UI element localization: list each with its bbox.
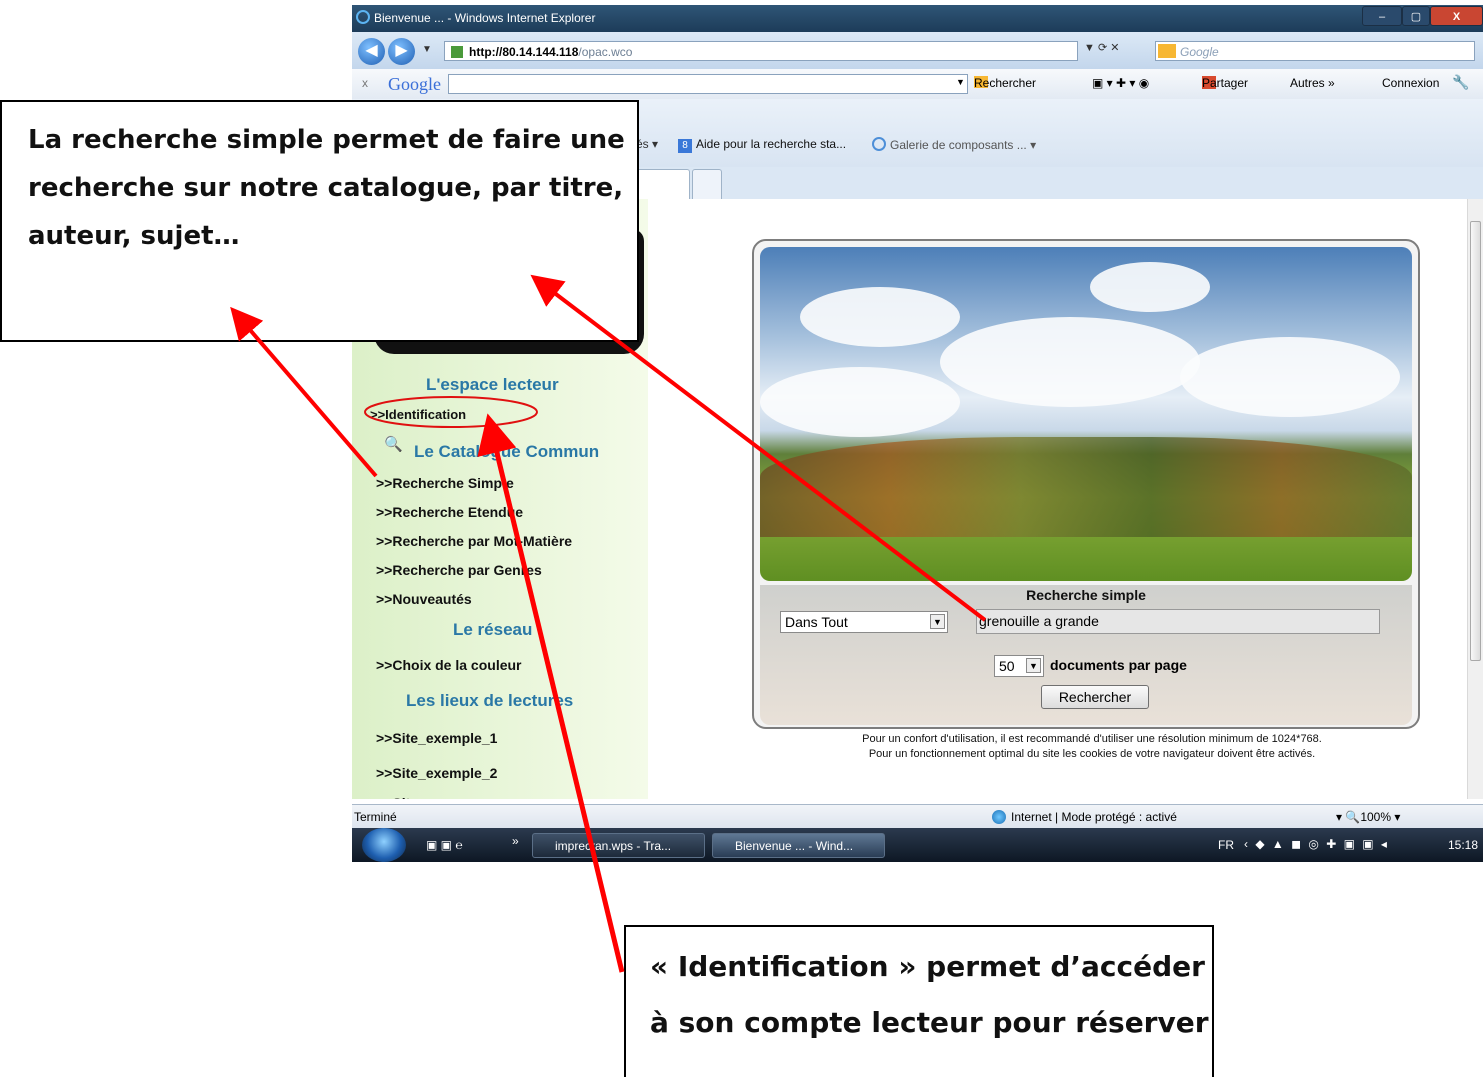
page-scrollbar[interactable] (1467, 199, 1483, 799)
title-bar: Bienvenue ... - Windows Internet Explore… (352, 5, 1483, 32)
url-path: /opac.wco (578, 45, 633, 59)
page-icon (451, 46, 463, 58)
url-host: http://80.14.144.118 (469, 45, 579, 59)
per-page-select[interactable]: 50 ▼ (994, 655, 1044, 677)
google-search-input[interactable] (448, 74, 968, 94)
search-button[interactable]: Rechercher (1041, 685, 1149, 709)
active-tab[interactable] (636, 169, 690, 199)
address-tools[interactable]: ▼ ⟳ ✕ (1084, 41, 1150, 61)
link-extended-search[interactable]: >>Recherche Etendue (376, 504, 523, 520)
ie-logo-icon (356, 10, 370, 24)
link-color-choice[interactable]: >>Choix de la couleur (376, 657, 522, 673)
link-site-2[interactable]: >>Site_exemple_2 (376, 765, 497, 781)
tray-icons[interactable]: ‹ ◆ ▲ ◼ ◎ ✚ ▣ ▣ ◂ (1244, 837, 1389, 851)
link-new-items[interactable]: >>Nouveautés (376, 591, 472, 607)
scrollbar-thumb[interactable] (1470, 221, 1481, 661)
status-text: Terminé (354, 810, 397, 824)
toolbar-close-icon[interactable]: x (362, 76, 368, 90)
google-favorite-icon: 8 (678, 139, 692, 153)
chevron-down-icon[interactable]: ▼ (930, 614, 945, 629)
search-title: Recherche simple (1026, 587, 1146, 603)
google-toolbar: x Google ▼ Rechercher ▾ ▣ ▾ ✚ ▾ ◉ Partag… (352, 69, 1483, 100)
ie-favorite-icon (872, 137, 886, 151)
security-zone[interactable]: Internet | Mode protégé : activé (992, 810, 1177, 824)
magnifier-icon: 🔍 (384, 436, 403, 453)
section-catalog: Le Catalogue Commun (414, 442, 600, 461)
more-button[interactable]: Autres » (1290, 76, 1335, 90)
link-identification[interactable]: >>Identification (370, 407, 466, 422)
status-bar: Terminé Internet | Mode protégé : activé… (352, 804, 1483, 829)
search-field-select[interactable]: Dans Tout ▼ (780, 611, 948, 633)
link-site-3-partial[interactable]: >>Sit (376, 795, 410, 799)
favorite-item[interactable]: Galerie de composants ... ▾ (872, 137, 1036, 152)
maximize-button[interactable]: ▢ (1402, 6, 1430, 26)
window-title: Bienvenue ... - Windows Internet Explore… (374, 11, 596, 25)
favorite-item[interactable]: 8 Aide pour la recherche sta... (678, 137, 846, 153)
wrench-icon[interactable]: 🔧 (1452, 74, 1469, 91)
forward-button[interactable]: ▶ (388, 38, 415, 65)
address-bar: ◀ ▶ ▼ http://80.14.144.118/opac.wco ▼ ⟳ … (352, 32, 1483, 69)
section-reading-places: Les lieux de lectures (406, 691, 574, 710)
annotation-identification: « Identification » permet d’accéder à so… (624, 925, 1214, 1077)
zoom-level[interactable]: ▾ 🔍100% ▾ (1336, 810, 1400, 824)
per-page-value: 50 (999, 658, 1015, 674)
connect-button[interactable]: Connexion (1382, 76, 1439, 90)
url-input[interactable]: http://80.14.144.118/opac.wco (444, 41, 1078, 61)
search-form: Recherche simple Dans Tout ▼ grenouille … (760, 585, 1412, 725)
link-subject-search[interactable]: >>Recherche par Mot-Matière (376, 533, 572, 549)
new-tab-button[interactable] (692, 169, 722, 199)
clock[interactable]: 15:18 (1448, 838, 1478, 852)
section-reader-space: L'espace lecteur (426, 375, 559, 394)
section-network: Le réseau (453, 620, 533, 639)
language-indicator[interactable]: FR (1218, 838, 1234, 852)
per-page-label: documents par page (1050, 657, 1187, 673)
close-window-button[interactable]: X (1430, 6, 1483, 26)
history-dropdown-icon[interactable]: ▼ (422, 44, 432, 55)
browser-search-input[interactable]: Google (1155, 41, 1475, 61)
chevron-down-icon[interactable]: ▼ (1026, 658, 1041, 673)
quicklaunch-chevron[interactable]: » (512, 834, 519, 848)
toolbar-widgets-icon[interactable]: ▣ ▾ ✚ ▾ ◉ (1092, 76, 1149, 90)
google-provider-icon (1158, 44, 1176, 58)
link-simple-search[interactable]: >>Recherche Simple (376, 475, 514, 491)
start-button[interactable] (362, 828, 406, 862)
landscape-photo (760, 247, 1412, 581)
globe-icon (992, 810, 1006, 824)
taskbar-item-document[interactable]: imprecran.wps - Tra... (532, 833, 705, 858)
search-placeholder: Google (1180, 45, 1219, 59)
taskbar-item-browser[interactable]: Bienvenue ... - Wind... (712, 833, 885, 858)
google-logo: Google (388, 74, 441, 94)
link-genre-search[interactable]: >>Recherche par Genres (376, 562, 542, 578)
search-field-value: Dans Tout (785, 614, 848, 630)
back-button[interactable]: ◀ (358, 38, 385, 65)
search-panel: Recherche simple Dans Tout ▼ grenouille … (752, 239, 1420, 729)
quick-launch-icons[interactable]: ▣ ▣ ℮ (426, 838, 463, 852)
search-query-input[interactable]: grenouille a grande (976, 609, 1380, 634)
google-search-button[interactable]: Rechercher ▾ (974, 76, 1036, 90)
taskbar: ▣ ▣ ℮ » imprecran.wps - Tra... Bienvenue… (352, 828, 1483, 862)
resolution-note: Pour un confort d'utilisation, il est re… (862, 733, 1322, 745)
google-dropdown-icon[interactable]: ▼ (956, 77, 965, 87)
minimize-button[interactable]: – (1362, 6, 1402, 26)
annotation-simple-search: La recherche simple permet de faire une … (0, 100, 639, 342)
link-site-1[interactable]: >>Site_exemple_1 (376, 730, 497, 746)
favorite-item[interactable]: és ▾ (636, 137, 658, 151)
cookies-note: Pour un fonctionnement optimal du site l… (868, 748, 1316, 760)
